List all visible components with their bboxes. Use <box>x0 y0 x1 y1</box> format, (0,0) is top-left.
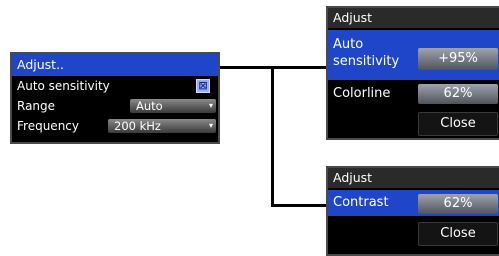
colorline-label: Colorline <box>333 86 391 101</box>
auto-sensitivity-row[interactable]: Auto sensitivity <box>328 30 412 80</box>
dialog-title: Adjust <box>328 8 499 28</box>
chevron-down-icon: ▾ <box>208 121 213 130</box>
menu-item-frequency[interactable]: Frequency 200 kHz ▾ <box>12 116 218 136</box>
connector-line-to-bottom-dialog <box>271 204 327 207</box>
close-button[interactable]: Close <box>418 222 498 246</box>
auto-sensitivity-label: Auto sensitivity <box>17 79 110 93</box>
adjust-menu-title: Adjust.. <box>12 54 218 76</box>
chevron-down-icon: ▾ <box>208 101 213 110</box>
frequency-dropdown[interactable]: 200 kHz ▾ <box>108 119 216 133</box>
close-button[interactable]: Close <box>418 112 498 136</box>
adjust-dialog-contrast: Adjust Contrast 62% Close <box>326 166 499 256</box>
range-label: Range <box>17 99 56 113</box>
frequency-label: Frequency <box>17 119 79 133</box>
auto-sensitivity-value-slider[interactable]: +95% <box>418 48 498 70</box>
dialog-title: Adjust <box>328 168 499 188</box>
adjust-dialog-sensitivity: Adjust Auto sensitivity +95% Colorline 6… <box>326 6 499 140</box>
range-value: Auto <box>136 99 163 113</box>
auto-sensitivity-checkbox[interactable]: ⊠ <box>196 79 210 93</box>
auto-sensitivity-label-line1: Auto <box>333 37 364 52</box>
contrast-value-slider[interactable]: 62% <box>418 194 498 214</box>
menu-item-range[interactable]: Range Auto ▾ <box>12 96 218 116</box>
connector-line-vertical <box>271 66 274 207</box>
range-dropdown[interactable]: Auto ▾ <box>130 99 216 113</box>
connector-line-horizontal-main <box>220 66 274 69</box>
connector-line-to-top-dialog <box>271 66 327 69</box>
adjust-menu: Adjust.. Auto sensitivity ⊠ Range Auto ▾… <box>10 52 220 144</box>
frequency-value: 200 kHz <box>114 119 161 133</box>
menu-item-auto-sensitivity[interactable]: Auto sensitivity ⊠ <box>12 76 218 96</box>
colorline-value-slider[interactable]: 62% <box>418 84 498 104</box>
auto-sensitivity-label-line2: sensitivity <box>333 54 400 69</box>
